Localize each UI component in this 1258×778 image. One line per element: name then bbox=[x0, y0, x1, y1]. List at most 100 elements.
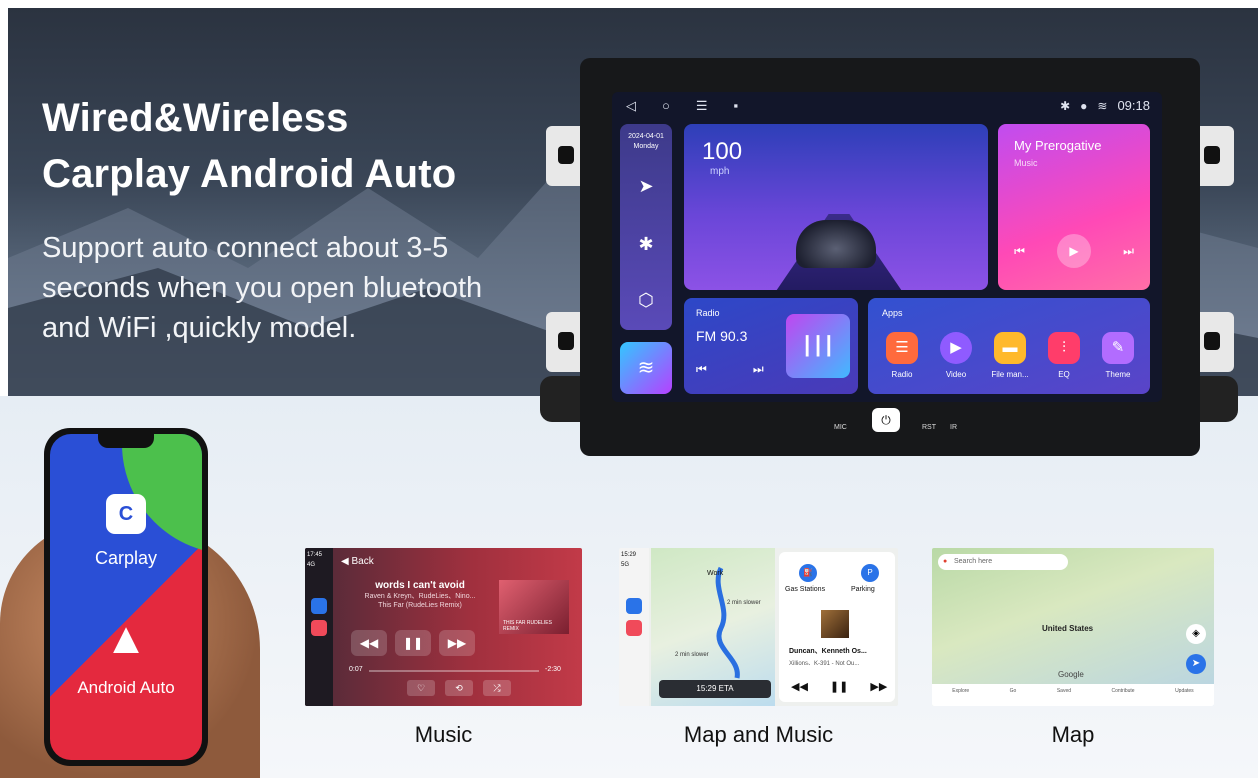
recents-icon[interactable]: ▪ bbox=[734, 98, 739, 114]
next-track-icon[interactable]: ⏭ bbox=[1123, 244, 1134, 259]
theme-app-icon: ✎ bbox=[1102, 332, 1134, 364]
mic-label: MIC bbox=[834, 424, 847, 431]
bluetooth-icon[interactable]: ✱ bbox=[620, 234, 672, 255]
sidebar-signal: 5G bbox=[621, 562, 630, 568]
video-app-icon: ▶ bbox=[940, 332, 972, 364]
phone-notch bbox=[98, 434, 154, 448]
cover-text: THIS FAR RUDELIES REMIX bbox=[503, 620, 552, 632]
navigation-icon[interactable]: ➤ bbox=[620, 176, 672, 197]
parking-label: Parking bbox=[851, 586, 875, 593]
bluetooth-status-icon: ✱ bbox=[1060, 98, 1071, 113]
app-eq[interactable]: ⫶ EQ bbox=[1040, 332, 1088, 379]
sidebar-signal: 4G bbox=[307, 562, 316, 568]
app-video[interactable]: ▶ Video bbox=[932, 332, 980, 379]
subheadline-line-3: and WiFi ,quickly model. bbox=[42, 312, 357, 344]
sidebar-clock: 15:29 bbox=[621, 552, 637, 558]
location-icon: ● bbox=[1080, 98, 1088, 113]
subheadline: Support auto connect about 3-5 seconds w… bbox=[42, 228, 562, 348]
progress-bar[interactable] bbox=[369, 670, 539, 672]
dashboard-panel: ⛽ P Gas Stations Parking Duncan、Kenneth … bbox=[779, 552, 895, 702]
music-subtitle: Music bbox=[1014, 158, 1038, 168]
fast-forward-icon[interactable]: ▶▶ bbox=[870, 680, 887, 693]
subheadline-line-2: seconds when you open bluetooth bbox=[42, 272, 483, 304]
app-label: Theme bbox=[1105, 370, 1131, 379]
android-auto-icon: ▲ bbox=[104, 614, 148, 663]
tab-go[interactable]: Go bbox=[1010, 688, 1017, 706]
play-icon[interactable]: ▶ bbox=[1057, 234, 1091, 268]
repeat-icon[interactable]: ⟲ bbox=[445, 680, 473, 696]
menu-icon[interactable]: ☰ bbox=[696, 98, 708, 114]
music-widget[interactable]: My Prerogative Music ⏮ ▶ ⏭ bbox=[998, 124, 1150, 290]
navigate-icon[interactable]: ➤ bbox=[1186, 654, 1206, 674]
map-search-input[interactable]: ● Search here bbox=[938, 554, 1068, 570]
map-and-music-screenshot: 15:29 5G Work 2 min slower 2 min slower … bbox=[619, 548, 898, 706]
tab-saved[interactable]: Saved bbox=[1057, 688, 1071, 706]
rewind-icon[interactable]: ◀◀ bbox=[351, 630, 387, 656]
reset-label: RST bbox=[922, 424, 936, 431]
speed-unit: mph bbox=[710, 166, 730, 177]
ir-label: IR bbox=[950, 424, 957, 431]
music-app-icon[interactable] bbox=[626, 620, 642, 636]
eq-app-icon: ⫶ bbox=[1048, 332, 1080, 364]
sidebar-clock: 17:45 bbox=[307, 552, 323, 558]
home-icon[interactable]: ○ bbox=[662, 98, 670, 114]
phone-screen: C Carplay ▲ Android Auto bbox=[50, 434, 202, 760]
music-screenshot: 17:45 4G ◀ Back words I can't avoid Rave… bbox=[305, 548, 582, 706]
rewind-icon[interactable]: ◀◀ bbox=[791, 680, 808, 693]
apps-label: Apps bbox=[882, 308, 903, 318]
eta-bar[interactable]: 15:29 ETA bbox=[659, 680, 771, 698]
parking-icon[interactable]: P bbox=[861, 564, 879, 582]
status-bar: ◁ ○ ☰ ▪ ✱ ● ≋ 09:18 bbox=[612, 92, 1162, 120]
headline-line-2: Carplay Android Auto bbox=[42, 152, 457, 196]
gas-station-icon[interactable]: ⛽ bbox=[799, 564, 817, 582]
power-button[interactable]: ⏻ bbox=[872, 408, 900, 432]
app-radio[interactable]: ☰ Radio bbox=[878, 332, 926, 379]
dock-date-value: 2024-04-01 bbox=[628, 133, 664, 140]
heart-icon[interactable]: ♡ bbox=[407, 680, 435, 696]
radio-next-icon[interactable]: ⏭ bbox=[753, 362, 764, 377]
speed-widget[interactable]: 100 mph bbox=[684, 124, 988, 290]
speed-value: 100 bbox=[702, 138, 743, 165]
song-title: Duncan、Kenneth Os... bbox=[789, 648, 867, 655]
app-label: File man... bbox=[991, 370, 1029, 379]
carplay-icon: C bbox=[106, 494, 146, 534]
app-theme[interactable]: ✎ Theme bbox=[1094, 332, 1142, 379]
music-app-icon[interactable] bbox=[311, 620, 327, 636]
album-text: This Far (RudeLies Remix) bbox=[378, 602, 462, 609]
shuffle-icon[interactable]: ⤮ bbox=[483, 680, 511, 696]
headline: Wired&Wireless Carplay Android Auto bbox=[42, 90, 456, 202]
radio-widget[interactable]: Radio FM 90.3 ⏮ ⏭ ┃┃┃ bbox=[684, 298, 858, 394]
map-caption: Map bbox=[1051, 722, 1095, 747]
song-artist: Xillions、K-391 - Not Ou... bbox=[789, 661, 860, 667]
app-file-manager[interactable]: ▬ File man... bbox=[986, 332, 1034, 379]
carplay-sidebar: 15:29 5G bbox=[619, 548, 649, 706]
elapsed-time: 0:07 bbox=[349, 666, 363, 673]
tab-contribute[interactable]: Contribute bbox=[1112, 688, 1135, 706]
settings-icon[interactable]: ⬡ bbox=[620, 290, 672, 311]
apps-widget: Apps ☰ Radio ▶ Video ▬ File man... ⫶ EQ … bbox=[868, 298, 1150, 394]
phone: C Carplay ▲ Android Auto bbox=[44, 428, 208, 766]
tab-updates[interactable]: Updates bbox=[1175, 688, 1194, 706]
back-icon[interactable]: ◁ bbox=[626, 98, 636, 114]
layers-icon[interactable]: ≋ bbox=[620, 342, 672, 394]
carplay-label: Carplay bbox=[94, 548, 158, 568]
pause-icon[interactable]: ❚❚ bbox=[395, 630, 431, 656]
fast-forward-icon[interactable]: ▶▶ bbox=[439, 630, 475, 656]
dock-date: 2024-04-01 Monday bbox=[620, 132, 672, 152]
music-caption: Music bbox=[414, 722, 473, 747]
radio-previous-icon[interactable]: ⏮ bbox=[696, 362, 707, 377]
back-button[interactable]: ◀ Back bbox=[341, 556, 374, 567]
music-title: My Prerogative bbox=[1014, 138, 1102, 153]
maps-app-icon[interactable] bbox=[311, 598, 327, 614]
pause-icon[interactable]: ❚❚ bbox=[830, 680, 848, 693]
car-graphic bbox=[796, 220, 876, 268]
previous-track-icon[interactable]: ⏮ bbox=[1014, 244, 1025, 259]
app-label: EQ bbox=[1058, 370, 1070, 379]
tab-explore[interactable]: Explore bbox=[952, 688, 969, 706]
headline-line-1: Wired&Wireless bbox=[42, 96, 349, 140]
compass-icon[interactable]: ◈ bbox=[1186, 624, 1206, 644]
radio-station: FM 90.3 bbox=[696, 328, 748, 344]
location-pin-icon: ● bbox=[943, 558, 948, 565]
subheadline-line-1: Support auto connect about 3-5 bbox=[42, 232, 449, 264]
maps-app-icon[interactable] bbox=[626, 598, 642, 614]
